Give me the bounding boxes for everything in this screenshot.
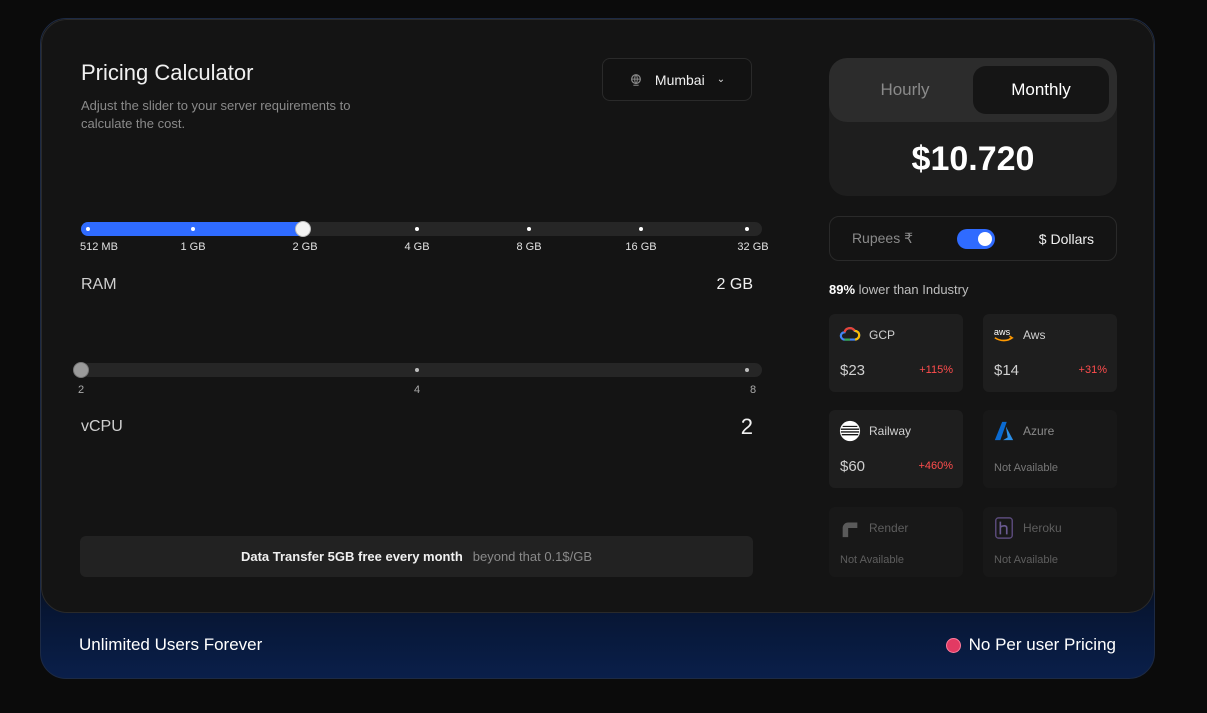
footer-no-per-user: No Per user Pricing: [945, 635, 1116, 655]
azure-icon: [994, 421, 1014, 441]
provider-change: +460%: [918, 460, 953, 472]
vcpu-tick-label: 2: [77, 384, 85, 396]
ram-tick: [415, 227, 419, 231]
ram-tick-label: 2 GB: [292, 241, 318, 253]
footer-unlimited-users: Unlimited Users Forever: [79, 635, 263, 654]
render-icon: [842, 522, 858, 538]
provider-name: Render: [869, 521, 909, 535]
ram-tick-label: 1 GB: [180, 241, 206, 253]
heroku-icon: [995, 517, 1013, 539]
currency-dollars[interactable]: $ Dollars: [1039, 231, 1094, 247]
vcpu-label: vCPU: [81, 418, 123, 435]
ram-tick: [639, 227, 643, 231]
tab-monthly[interactable]: Monthly: [973, 66, 1109, 114]
comparison-text: 89% lower than Industry: [829, 282, 969, 297]
pink-dot-icon: [945, 637, 961, 653]
ram-slider[interactable]: [81, 221, 762, 237]
provider-name: Railway: [869, 424, 912, 438]
provider-card-heroku: Heroku Not Available: [983, 507, 1117, 577]
tab-hourly[interactable]: Hourly: [837, 66, 973, 114]
globe-icon: [630, 73, 641, 86]
page-title: Pricing Calculator: [81, 60, 254, 85]
provider-name: Aws: [1023, 328, 1046, 342]
data-transfer-text: Data Transfer 5GB free every month: [240, 549, 463, 564]
currency-rupees[interactable]: Rupees ₹: [852, 230, 913, 247]
vcpu-tick-label: 4: [413, 384, 421, 396]
ram-tick: [86, 227, 90, 231]
vcpu-slider-thumb[interactable]: [73, 362, 89, 378]
ram-slider-thumb[interactable]: [295, 221, 311, 237]
price-value: $10.720: [911, 140, 1035, 178]
provider-card-aws: aws Aws $14 +31%: [983, 314, 1117, 392]
provider-card-azure: Azure Not Available: [983, 410, 1117, 488]
billing-toggle: Hourly Monthly: [829, 58, 1117, 122]
vcpu-tick: [745, 368, 749, 372]
vcpu-slider[interactable]: [73, 362, 762, 378]
provider-price: $23: [840, 362, 866, 379]
currency-switch[interactable]: [956, 228, 995, 249]
provider-change: +31%: [1078, 364, 1107, 376]
ram-value: 2 GB: [716, 276, 753, 293]
ram-tick-label: 16 GB: [625, 241, 657, 253]
data-transfer-extra: beyond that 0.1$/GB: [472, 549, 593, 564]
provider-card-railway: Railway $60 +460%: [829, 410, 963, 488]
provider-name: Heroku: [1023, 521, 1062, 535]
provider-status: Not Available: [994, 554, 1059, 566]
ram-tick-label: 32 GB: [737, 241, 769, 253]
gcp-icon: [839, 327, 861, 341]
footer-right-label: No Per user Pricing: [968, 635, 1116, 654]
ram-label: RAM: [81, 276, 117, 293]
ram-tick: [527, 227, 531, 231]
ram-tick: [745, 227, 749, 231]
price-panel: Hourly Monthly $10.720: [829, 58, 1117, 196]
provider-status: Not Available: [840, 554, 905, 566]
provider-status: Not Available: [994, 462, 1059, 474]
railway-icon: [839, 420, 861, 442]
ram-tick-label: 8 GB: [516, 241, 542, 253]
provider-change: +115%: [919, 364, 953, 376]
provider-name: Azure: [1023, 424, 1055, 438]
region-dropdown[interactable]: Mumbai ⌄: [602, 58, 752, 101]
vcpu-tick-label: 8: [749, 384, 757, 396]
vcpu-tick: [415, 368, 419, 372]
comparison-percent: 89%: [829, 282, 856, 297]
ram-tick-label: 4 GB: [404, 241, 430, 253]
ram-tick-label: 512 MB: [80, 241, 118, 253]
provider-price: $14: [994, 362, 1020, 379]
switch-knob: [977, 231, 992, 246]
data-transfer-note: Data Transfer 5GB free every month beyon…: [80, 536, 753, 577]
region-label: Mumbai: [654, 71, 705, 88]
currency-toggle: Rupees ₹ $ Dollars: [829, 216, 1117, 261]
provider-card-gcp: GCP $23 +115%: [829, 314, 963, 392]
svg-text:aws: aws: [994, 327, 1011, 337]
provider-price: $60: [840, 458, 866, 475]
provider-card-render: Render Not Available: [829, 507, 963, 577]
page-subtitle: Adjust the slider to your server require…: [81, 98, 351, 131]
pricing-section: Pricing Calculator Adjust the slider to …: [40, 18, 1155, 679]
ram-tick: [191, 227, 195, 231]
comparison-label: lower than Industry: [858, 282, 969, 297]
calculator-card: Pricing Calculator Adjust the slider to …: [41, 19, 1154, 613]
provider-name: GCP: [869, 328, 896, 342]
chevron-down-icon: ⌄: [716, 74, 726, 85]
aws-icon: aws: [994, 327, 1014, 342]
vcpu-value: 2: [740, 414, 753, 439]
